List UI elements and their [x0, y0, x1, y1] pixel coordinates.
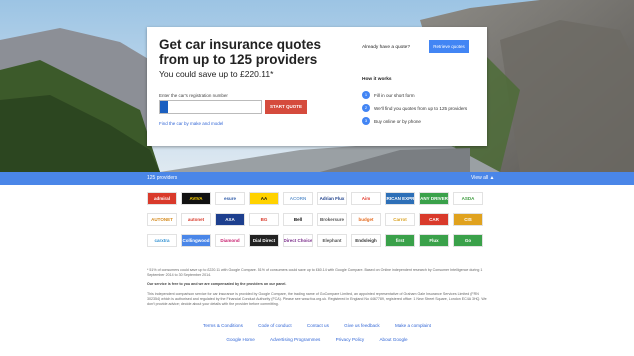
- contact-us-link[interactable]: Contact us: [307, 323, 329, 328]
- terms-link[interactable]: Terms & Conditions: [203, 323, 243, 328]
- about-google-link[interactable]: About Google: [379, 337, 407, 342]
- provider-logo[interactable]: Endsleigh: [351, 234, 381, 247]
- provider-logo[interactable]: Elephant: [317, 234, 347, 247]
- disclaimer-legal: This independent comparison service for …: [147, 292, 487, 306]
- provider-logo[interactable]: ACORN: [283, 192, 313, 205]
- google-home-link[interactable]: Google Home: [226, 337, 254, 342]
- provider-logo[interactable]: Dial Direct: [249, 234, 279, 247]
- footer-links-row-1: Terms & Conditions Code of conduct Conta…: [0, 323, 634, 328]
- provider-logo[interactable]: first: [385, 234, 415, 247]
- privacy-link[interactable]: Privacy Policy: [336, 337, 365, 342]
- providers-bar: 125 providers View all ▲: [0, 172, 634, 185]
- provider-count: 125 providers: [147, 175, 178, 181]
- provider-logo[interactable]: Diamond: [215, 234, 245, 247]
- page: Get car insurance quotes from up to 125 …: [0, 0, 634, 356]
- step-1: 1 Fill in our short form: [362, 90, 415, 100]
- provider-logo[interactable]: AA: [249, 192, 279, 205]
- headline: Get car insurance quotes from up to 125 …: [159, 37, 339, 67]
- quote-info-panel: Already have a quote? Retrieve quotes Ho…: [362, 27, 487, 146]
- provider-logo[interactable]: autonet: [181, 213, 211, 226]
- how-it-works-title: How it works: [362, 77, 392, 82]
- provider-logo[interactable]: AMERICAN EXPRESS: [385, 192, 415, 205]
- provider-logo[interactable]: budget: [351, 213, 381, 226]
- step-text: Fill in our short form: [374, 92, 415, 98]
- footer-links-row-2: Google Home Advertising Programmes Priva…: [0, 337, 634, 342]
- step-number-icon: 2: [362, 104, 370, 112]
- provider-logo[interactable]: Brokersure: [317, 213, 347, 226]
- provider-logo[interactable]: Go: [453, 234, 483, 247]
- provider-logo[interactable]: Carrot: [385, 213, 415, 226]
- complaint-link[interactable]: Make a complaint: [395, 323, 431, 328]
- provider-logo[interactable]: CIS: [453, 213, 483, 226]
- provider-logo[interactable]: AUTONET: [147, 213, 177, 226]
- provider-logo[interactable]: carxtra: [147, 234, 177, 247]
- headline-line-1: Get car insurance quotes: [159, 37, 322, 52]
- provider-logo[interactable]: Flux: [419, 234, 449, 247]
- advertising-link[interactable]: Advertising Programmes: [270, 337, 320, 342]
- provider-logo[interactable]: ANY DRIVER: [419, 192, 449, 205]
- provider-logo[interactable]: ASDA: [453, 192, 483, 205]
- feedback-link[interactable]: Give us feedback: [344, 323, 380, 328]
- disclaimer-free-service: Our service is free to you and we are co…: [147, 282, 287, 286]
- retrieve-quotes-button[interactable]: Retrieve quotes: [429, 40, 469, 53]
- headline-line-2: from up to 125 providers: [159, 52, 318, 67]
- uk-plate-flag-icon: [160, 101, 168, 113]
- provider-logo[interactable]: Aim: [351, 192, 381, 205]
- disclaimer-savings: * 51% of consumers could save up to £220…: [147, 268, 483, 277]
- step-text: Buy online or by phone: [374, 118, 421, 124]
- provider-logo[interactable]: Bell: [283, 213, 313, 226]
- view-all-button[interactable]: View all ▲: [471, 175, 494, 181]
- provider-logo[interactable]: Adrian Flux: [317, 192, 347, 205]
- provider-logo[interactable]: CAR: [419, 213, 449, 226]
- step-text: We'll find you quotes from up to 125 pro…: [374, 105, 468, 111]
- step-number-icon: 3: [362, 117, 370, 125]
- quote-form-panel: Get car insurance quotes from up to 125 …: [159, 37, 339, 79]
- find-by-make-model-link[interactable]: Find the car by make and model: [159, 121, 223, 126]
- code-of-conduct-link[interactable]: Code of conduct: [258, 323, 291, 328]
- step-number-icon: 1: [362, 91, 370, 99]
- provider-logo[interactable]: AVIVA: [181, 192, 211, 205]
- step-2: 2 We'll find you quotes from up to 125 p…: [362, 103, 467, 113]
- step-3: 3 Buy online or by phone: [362, 116, 421, 126]
- provider-logo[interactable]: Direct Choice: [283, 234, 313, 247]
- provider-logo[interactable]: esure: [215, 192, 245, 205]
- provider-logo[interactable]: AXA: [215, 213, 245, 226]
- registration-label: Enter the car's registration number: [159, 93, 228, 98]
- already-quote-text: Already have a quote?: [362, 45, 411, 50]
- saving-text: You could save up to £220.11*: [159, 69, 274, 79]
- provider-logo[interactable]: Collingwood: [181, 234, 211, 247]
- start-quote-button[interactable]: START QUOTE: [265, 100, 307, 114]
- provider-logo[interactable]: BG: [249, 213, 279, 226]
- provider-logo[interactable]: admiral: [147, 192, 177, 205]
- quote-card: Get car insurance quotes from up to 125 …: [147, 27, 487, 146]
- registration-input[interactable]: [159, 100, 262, 114]
